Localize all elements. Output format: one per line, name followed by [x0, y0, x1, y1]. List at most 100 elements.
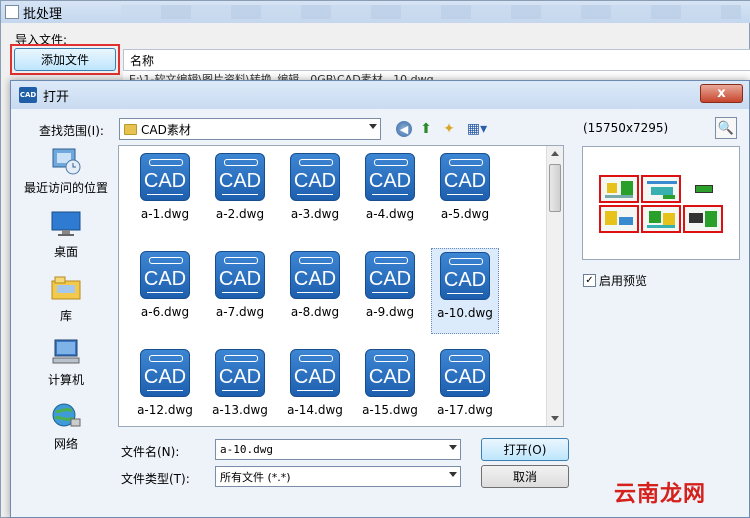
up-folder-icon: ⬆ — [420, 121, 432, 137]
file-name-label: a-2.dwg — [215, 207, 265, 221]
back-button[interactable]: ◀ — [394, 119, 414, 139]
chevron-down-icon[interactable] — [449, 445, 457, 450]
app-icon — [5, 5, 19, 19]
up-folder-button[interactable]: ⬆ — [416, 119, 436, 139]
file-name-label: a-10.dwg — [437, 306, 493, 320]
place-libraries[interactable]: 库 — [17, 273, 115, 335]
magnifier-icon: 🔍 — [717, 120, 735, 136]
file-item[interactable]: CAD a-12.dwg — [131, 346, 199, 426]
cad-file-icon: CAD — [365, 153, 415, 201]
file-list[interactable]: CAD a-1.dwg CAD a-2.dwg CAD a-3.dwg CAD a-4.dwg… — [118, 145, 564, 427]
scroll-down-icon[interactable] — [551, 416, 559, 421]
network-icon — [52, 403, 81, 427]
file-name-label: a-4.dwg — [365, 207, 415, 221]
preview-frame — [599, 205, 639, 233]
new-folder-icon: ✦ — [443, 121, 455, 137]
file-name-input[interactable]: a-10.dwg — [215, 439, 461, 460]
file-item[interactable]: CAD a-8.dwg — [281, 248, 349, 334]
places-bar: 最近访问的位置 桌面 库 计算机 网络 — [17, 145, 115, 465]
preview-frame — [599, 175, 639, 203]
libraries-icon — [51, 276, 81, 300]
close-button[interactable]: x — [700, 84, 743, 103]
file-item[interactable]: CAD a-14.dwg — [281, 346, 349, 426]
file-name-label: a-14.dwg — [287, 403, 343, 417]
file-item[interactable]: CAD a-7.dwg — [206, 248, 274, 334]
cancel-button[interactable]: 取消 — [481, 465, 569, 488]
enable-preview-label: 启用预览 — [599, 274, 648, 288]
place-network[interactable]: 网络 — [17, 401, 115, 463]
cad-file-icon: CAD — [365, 251, 415, 299]
file-name-label: a-8.dwg — [290, 305, 340, 319]
place-computer[interactable]: 计算机 — [17, 337, 115, 399]
file-type-label: 文件类型(T): — [121, 472, 190, 486]
cad-file-icon: CAD — [440, 252, 490, 300]
file-name-value: a-10.dwg — [220, 443, 273, 456]
file-name-label: a-5.dwg — [440, 207, 490, 221]
cad-file-icon: CAD — [140, 153, 190, 201]
file-name-label: a-17.dwg — [437, 403, 493, 417]
preview-frame — [641, 175, 681, 203]
file-item[interactable]: CAD a-17.dwg — [431, 346, 499, 426]
look-in-select[interactable]: CAD素材 — [119, 118, 381, 140]
preview-frame — [641, 205, 681, 233]
place-label: 网络 — [53, 437, 78, 451]
back-arrow-icon: ◀ — [396, 121, 412, 137]
cad-file-icon: CAD — [140, 251, 190, 299]
scrollbar-thumb[interactable] — [549, 164, 561, 212]
open-button[interactable]: 打开(O) — [481, 438, 569, 461]
place-label: 最近访问的位置 — [23, 181, 108, 195]
file-item[interactable]: CAD a-13.dwg — [206, 346, 274, 426]
file-name-label: 文件名(N): — [121, 445, 180, 459]
cad-file-icon: CAD — [290, 153, 340, 201]
zoom-preview-button[interactable]: 🔍 — [715, 117, 737, 139]
chevron-down-icon — [369, 124, 377, 129]
computer-icon — [52, 339, 80, 364]
file-item[interactable]: CAD a-15.dwg — [356, 346, 424, 426]
place-label: 桌面 — [53, 245, 78, 259]
cad-file-icon: CAD — [215, 153, 265, 201]
file-name-label: a-3.dwg — [290, 207, 340, 221]
file-name-label: a-7.dwg — [215, 305, 265, 319]
batch-window-titlebar: 批处理 — [1, 1, 750, 23]
place-desktop[interactable]: 桌面 — [17, 209, 115, 271]
batch-window-title: 批处理 — [23, 6, 63, 22]
open-dialog: CAD 打开 x 查找范围(I): CAD素材 ◀ ⬆ ✦ ▦▾ (15750x… — [10, 80, 750, 518]
preview-legend — [695, 185, 713, 193]
file-item[interactable]: CAD a-1.dwg — [131, 150, 199, 236]
view-menu-button[interactable]: ▦▾ — [463, 119, 491, 139]
place-recent[interactable]: 最近访问的位置 — [17, 145, 115, 207]
site-watermark: 云南龙网 — [614, 482, 707, 507]
preview-frame — [683, 205, 723, 233]
add-file-button[interactable]: 添加文件 — [14, 48, 116, 71]
look-in-label: 查找范围(I): — [39, 124, 104, 138]
cad-file-icon: CAD — [140, 349, 190, 397]
place-label: 计算机 — [47, 373, 84, 387]
file-list-column-name[interactable]: 名称 — [123, 49, 750, 71]
place-label: 库 — [59, 309, 72, 323]
file-item[interactable]: CAD a-10.dwg — [431, 248, 499, 334]
cad-file-icon: CAD — [440, 153, 490, 201]
open-dialog-titlebar: CAD 打开 x — [11, 81, 749, 109]
file-name-label: a-12.dwg — [137, 403, 193, 417]
file-name-label: a-15.dwg — [362, 403, 418, 417]
file-item[interactable]: CAD a-3.dwg — [281, 150, 349, 236]
cad-file-icon: CAD — [290, 349, 340, 397]
cad-file-icon: CAD — [365, 349, 415, 397]
file-item[interactable]: CAD a-4.dwg — [356, 150, 424, 236]
drawing-preview — [582, 146, 740, 260]
file-item[interactable]: CAD a-6.dwg — [131, 248, 199, 334]
scroll-up-icon[interactable] — [551, 151, 559, 156]
file-item[interactable]: CAD a-2.dwg — [206, 150, 274, 236]
desktop-icon — [51, 211, 81, 236]
cad-file-icon: CAD — [215, 349, 265, 397]
file-name-label: a-13.dwg — [212, 403, 268, 417]
view-menu-icon: ▦▾ — [466, 121, 488, 137]
file-item[interactable]: CAD a-5.dwg — [431, 150, 499, 236]
chevron-down-icon[interactable] — [449, 472, 457, 477]
file-name-label: a-6.dwg — [140, 305, 190, 319]
new-folder-button[interactable]: ✦ — [439, 119, 459, 139]
vertical-scrollbar[interactable] — [546, 146, 563, 426]
file-type-select[interactable]: 所有文件 (*.*) — [215, 466, 461, 487]
file-item[interactable]: CAD a-9.dwg — [356, 248, 424, 334]
enable-preview-checkbox[interactable]: ✓ 启用预览 — [583, 272, 647, 289]
